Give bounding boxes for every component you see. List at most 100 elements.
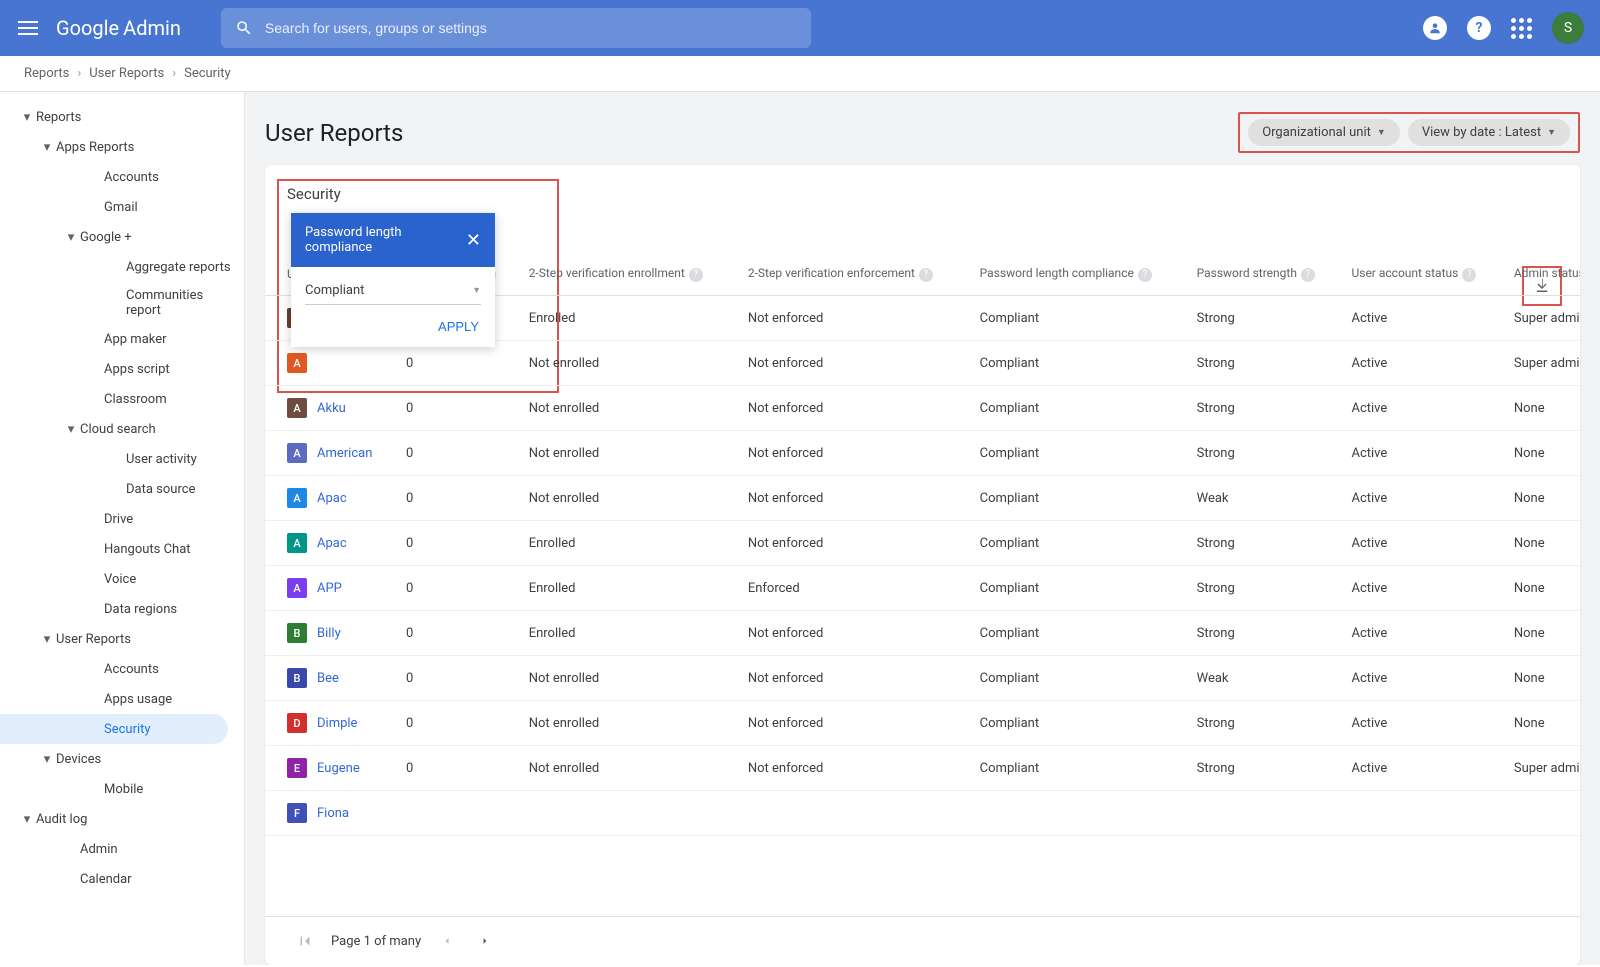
table-row[interactable]: FFiona [265, 791, 1580, 836]
sidebar-item[interactable]: ▾Apps Reports [0, 132, 244, 162]
notifications-icon[interactable] [1423, 16, 1447, 40]
filter-value-select[interactable]: Compliant ▼ [305, 277, 481, 305]
table-scroll[interactable]: UserExternal apps?2-Step verification en… [265, 253, 1580, 916]
help-icon[interactable]: ? [1301, 268, 1315, 282]
cell-admin: None [1506, 386, 1580, 431]
close-icon[interactable]: ✕ [466, 230, 481, 251]
column-header[interactable]: Password strength? [1189, 253, 1344, 296]
table-row[interactable]: AApac0Not enrolledNot enforcedCompliantW… [265, 476, 1580, 521]
sidebar-item[interactable]: Drive [0, 504, 244, 534]
sidebar-item[interactable]: App maker [0, 324, 244, 354]
sidebar-item[interactable]: Communities report [0, 282, 244, 324]
cell-enroll [521, 791, 740, 836]
sidebar-item[interactable]: ▾Google + [0, 222, 244, 252]
prev-page-button[interactable] [435, 929, 459, 953]
sidebar-item[interactable]: Security [0, 714, 228, 744]
next-page-button[interactable] [473, 929, 497, 953]
column-header[interactable]: Admin status? [1506, 253, 1580, 296]
user-name-link[interactable]: Billy [317, 626, 341, 641]
sidebar-item[interactable]: Gmail [0, 192, 244, 222]
user-name-link[interactable]: Bee [317, 671, 339, 686]
org-unit-chip[interactable]: Organizational unit ▼ [1248, 119, 1400, 146]
sidebar-item[interactable]: Voice [0, 564, 244, 594]
user-name-link[interactable]: Dimple [317, 716, 357, 731]
user-name-link[interactable]: Apac [317, 536, 347, 551]
logo-admin-text: Admin [123, 16, 181, 40]
table-row[interactable]: BBee0Not enrolledNot enforcedCompliantWe… [265, 656, 1580, 701]
sidebar-item-label: Voice [104, 572, 236, 587]
sidebar-item-label: Devices [56, 752, 236, 767]
table-row[interactable]: A0Not enrolledNot enforcedCompliantStron… [265, 341, 1580, 386]
sidebar-item[interactable]: Calendar [0, 864, 244, 894]
user-name-link[interactable]: APP [317, 581, 342, 596]
cell-apps: 0 [398, 701, 521, 746]
sidebar-item[interactable]: ▾Reports [0, 102, 244, 132]
help-icon[interactable]: ? [919, 268, 933, 282]
breadcrumb-item[interactable]: User Reports [89, 66, 164, 81]
search-input[interactable] [265, 20, 797, 36]
breadcrumb-item[interactable]: Reports [24, 66, 69, 81]
column-header[interactable]: User account status? [1343, 253, 1505, 296]
sidebar-item-label: Classroom [104, 392, 236, 407]
app-logo[interactable]: Google Admin [56, 16, 181, 40]
apps-grid-icon[interactable] [1511, 18, 1532, 39]
help-icon[interactable]: ? [1462, 268, 1476, 282]
table-row[interactable]: AAPP0EnrolledEnforcedCompliantStrongActi… [265, 566, 1580, 611]
sidebar-item[interactable]: Admin [0, 834, 244, 864]
filter-popup: Password length compliance ✕ Compliant ▼… [291, 213, 495, 347]
help-icon[interactable]: ? [1467, 16, 1491, 40]
app-header: Google Admin ? S [0, 0, 1600, 56]
sidebar-item[interactable]: ▾Devices [0, 744, 244, 774]
sidebar-item-label: App maker [104, 332, 236, 347]
first-page-button[interactable] [293, 929, 317, 953]
help-icon[interactable]: ? [689, 268, 703, 282]
sidebar-item[interactable]: Classroom [0, 384, 244, 414]
search-box[interactable] [221, 8, 811, 48]
help-icon[interactable]: ? [1138, 268, 1152, 282]
table-row[interactable]: AAmerican0Not enrolledNot enforcedCompli… [265, 431, 1580, 476]
sidebar-item[interactable]: Data regions [0, 594, 244, 624]
sidebar-item[interactable]: ▾Audit log [0, 804, 244, 834]
tree-arrow-icon: ▾ [38, 752, 56, 767]
user-avatar-badge: A [287, 533, 307, 553]
breadcrumb-item[interactable]: Security [184, 66, 231, 81]
user-avatar-badge: D [287, 713, 307, 733]
table-row[interactable]: AApac0EnrolledNot enforcedCompliantStron… [265, 521, 1580, 566]
cell-apps: 0 [398, 521, 521, 566]
cell-status: Active [1343, 566, 1505, 611]
sidebar-item[interactable]: Accounts [0, 654, 244, 684]
table-row[interactable]: BBilly0EnrolledNot enforcedCompliantStro… [265, 611, 1580, 656]
apply-button[interactable]: APPLY [438, 319, 479, 334]
sidebar-item[interactable]: User activity [0, 444, 244, 474]
sidebar-item[interactable]: Apps script [0, 354, 244, 384]
column-header[interactable]: 2-Step verification enrollment? [521, 253, 740, 296]
cell-enforce: Not enforced [740, 521, 972, 566]
sidebar-item-label: Apps Reports [56, 140, 236, 155]
sidebar-item[interactable]: Accounts [0, 162, 244, 192]
sidebar-item[interactable]: Hangouts Chat [0, 534, 244, 564]
user-name-link[interactable]: Fiona [317, 806, 349, 821]
cell-apps: 0 [398, 566, 521, 611]
table-row[interactable]: EEugene0Not enrolledNot enforcedComplian… [265, 746, 1580, 791]
table-row[interactable]: AAkku0Not enrolledNot enforcedCompliantS… [265, 386, 1580, 431]
cell-pwlen: Compliant [972, 521, 1189, 566]
cell-apps: 0 [398, 746, 521, 791]
user-avatar[interactable]: S [1552, 12, 1584, 44]
sidebar-item[interactable]: Aggregate reports [0, 252, 244, 282]
table-row[interactable]: DDimple0Not enrolledNot enforcedComplian… [265, 701, 1580, 746]
sidebar-item[interactable]: Apps usage [0, 684, 244, 714]
dropdown-arrow-icon: ▼ [1377, 127, 1386, 138]
user-name-link[interactable]: Akku [317, 401, 346, 416]
user-name-link[interactable]: Apac [317, 491, 347, 506]
user-name-link[interactable]: Eugene [317, 761, 360, 776]
cell-apps: 0 [398, 611, 521, 656]
view-date-chip[interactable]: View by date : Latest ▼ [1408, 119, 1570, 146]
sidebar-item[interactable]: ▾Cloud search [0, 414, 244, 444]
user-name-link[interactable]: American [317, 446, 372, 461]
column-header[interactable]: Password length compliance? [972, 253, 1189, 296]
sidebar-item[interactable]: Data source [0, 474, 244, 504]
sidebar-item[interactable]: ▾User Reports [0, 624, 244, 654]
column-header[interactable]: 2-Step verification enforcement? [740, 253, 972, 296]
sidebar-item[interactable]: Mobile [0, 774, 244, 804]
hamburger-menu-icon[interactable] [16, 16, 40, 40]
